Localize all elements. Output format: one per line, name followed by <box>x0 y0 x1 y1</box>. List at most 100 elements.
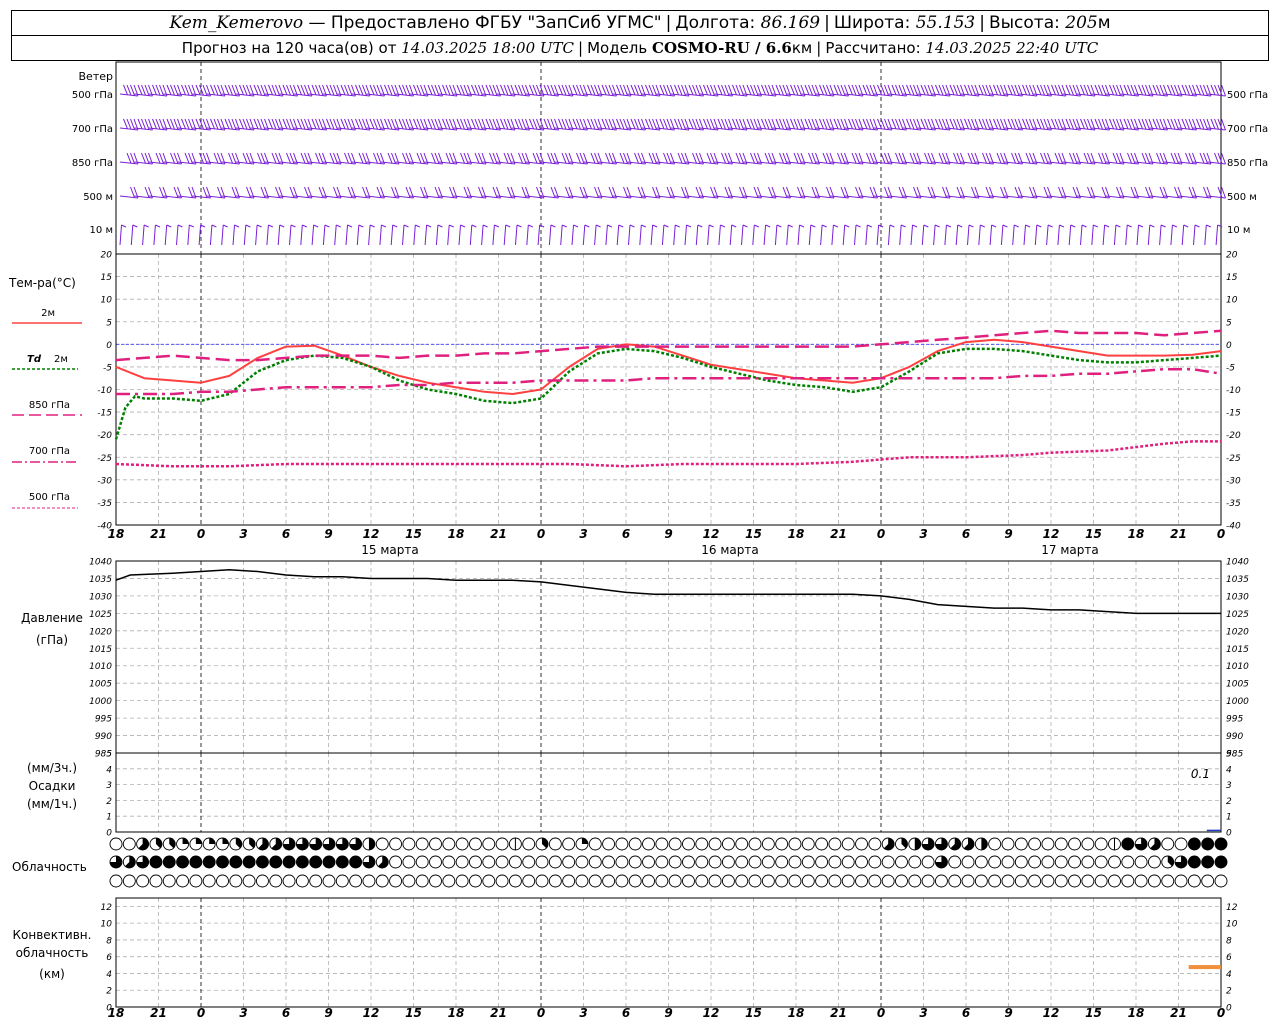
barb-feather <box>1072 118 1078 130</box>
cloud-fill <box>336 856 349 868</box>
barb-feather <box>953 84 958 96</box>
barb-feather <box>184 152 190 164</box>
cloud-fill <box>203 856 216 868</box>
barb-feather <box>144 152 150 164</box>
cloud-circle <box>708 855 722 869</box>
barb-feather <box>1054 84 1060 96</box>
barb-feather <box>304 118 309 130</box>
wind-barb <box>808 224 816 246</box>
barb-feather <box>1138 224 1144 228</box>
barb-staff <box>695 224 699 246</box>
barb-feather <box>123 118 128 129</box>
barb-feather <box>1112 118 1118 130</box>
wind-barb <box>368 224 375 246</box>
cloud-symbol <box>522 874 536 888</box>
barb-feather <box>1203 84 1208 96</box>
barb-feather <box>1065 84 1071 95</box>
barb-feather <box>1087 186 1092 198</box>
cloud-circle <box>815 855 829 869</box>
barb-staff <box>1204 224 1207 246</box>
barb-staff <box>933 224 936 246</box>
cloud-symbol <box>961 855 975 869</box>
barb-feather <box>1141 84 1147 96</box>
cloud-circle <box>415 874 429 888</box>
cloud-symbol <box>389 837 403 851</box>
barb-feather <box>503 118 509 130</box>
barb-feather <box>637 84 643 96</box>
barb-feather <box>1087 84 1092 96</box>
cloud-symbol <box>1014 837 1028 851</box>
barb-feather <box>561 224 567 228</box>
barb-feather <box>1203 186 1208 198</box>
cloud-symbol <box>1187 837 1201 851</box>
cloud-symbol <box>1121 874 1135 888</box>
x-tick-label: 9 <box>1004 1006 1012 1020</box>
wind-barb <box>921 224 929 246</box>
barb-feather <box>253 118 259 129</box>
wind-barb <box>243 224 251 246</box>
y-tick-right: 0 <box>1226 829 1232 839</box>
barb-staff <box>289 224 292 246</box>
barb-feather <box>271 152 277 164</box>
cloud-symbol <box>602 855 616 869</box>
barb-feather <box>837 152 842 164</box>
barb-feather <box>500 118 505 129</box>
barb-feather <box>695 186 701 198</box>
barb-feather <box>231 152 237 164</box>
barb-feather <box>275 118 280 130</box>
barb-staff <box>130 224 134 246</box>
cloud-fill <box>216 856 229 868</box>
barb-feather <box>742 224 748 228</box>
cloud-symbol <box>655 837 669 851</box>
barb-feather <box>837 84 842 96</box>
cloud-circle <box>415 837 429 851</box>
barb-feather <box>851 118 857 130</box>
barb-feather <box>866 84 871 96</box>
legend-2m-label: 2м <box>41 308 55 319</box>
y-tick-right: 0 <box>1226 341 1232 351</box>
cloud-symbol <box>469 855 482 869</box>
barb-staff <box>661 224 665 246</box>
wind-barb <box>1204 224 1212 246</box>
cloud-symbol <box>295 855 309 869</box>
barb-feather <box>869 186 875 198</box>
wind-barb <box>390 224 398 246</box>
barb-feather <box>790 118 795 129</box>
barb-staff <box>989 224 993 246</box>
barb-feather <box>1130 84 1136 96</box>
cloud-circle <box>708 837 722 851</box>
barb-feather <box>1181 84 1187 95</box>
barb-feather <box>804 84 810 95</box>
barb-feather <box>173 152 179 164</box>
wind-barb <box>695 224 703 246</box>
barb-feather <box>1199 118 1205 130</box>
barb-feather <box>1115 224 1121 228</box>
cloud-circle <box>668 874 682 888</box>
cloud-fill <box>296 856 309 868</box>
barb-feather <box>949 84 955 95</box>
barb-feather <box>463 186 469 198</box>
barb-feather <box>387 84 393 96</box>
barb-feather <box>1185 84 1190 96</box>
barb-feather <box>392 224 398 228</box>
barb-feather <box>1116 186 1121 198</box>
barb-feather <box>645 84 650 95</box>
barb-feather <box>398 118 404 129</box>
barb-feather <box>677 84 683 96</box>
y-tick-right: -10 <box>1226 386 1241 396</box>
x-tick-label: 12 <box>1043 527 1060 541</box>
barb-feather <box>448 224 454 228</box>
x-tick-label: 12 <box>363 1006 380 1020</box>
panel-frame <box>115 752 1222 833</box>
barb-staff <box>899 224 902 246</box>
barb-feather <box>739 84 744 96</box>
cloud-symbol <box>309 855 323 869</box>
cloud-symbol <box>841 874 855 888</box>
barb-feather <box>362 118 367 130</box>
barb-feather <box>909 84 915 96</box>
barb-feather <box>391 186 396 198</box>
barb-feather <box>753 118 759 130</box>
y-tick-right: 15 <box>1226 273 1238 283</box>
clouds-title: Облачность <box>12 860 87 874</box>
cloud-symbol <box>109 874 123 888</box>
